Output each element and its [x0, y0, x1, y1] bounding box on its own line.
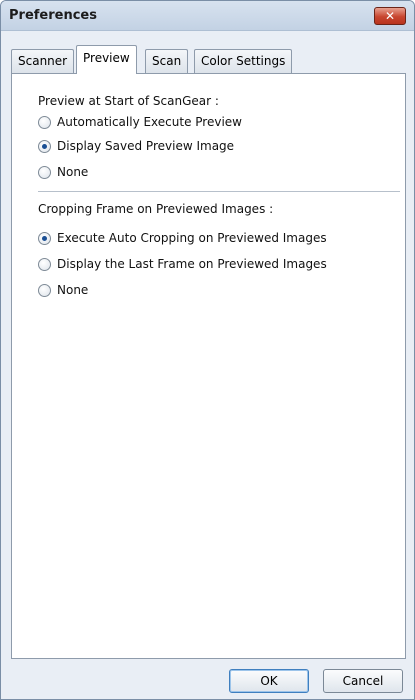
radio-label: None	[57, 165, 89, 179]
close-icon: ✕	[384, 9, 396, 23]
radio-button-selected[interactable]	[38, 139, 51, 153]
radio-button[interactable]	[38, 165, 51, 179]
radio-label: Automatically Execute Preview	[57, 115, 242, 129]
preview-tab-panel: Preview at Start of ScanGear : Automatic…	[11, 73, 406, 659]
tab-scan[interactable]: Scan	[145, 49, 189, 73]
radio-button-selected[interactable]	[38, 231, 51, 245]
tab-scanner[interactable]: Scanner	[11, 49, 75, 73]
cancel-button[interactable]: Cancel	[323, 669, 403, 693]
radio-execute-auto-cropping[interactable]: Execute Auto Cropping on Previewed Image…	[38, 230, 327, 246]
radio-button[interactable]	[38, 283, 51, 297]
cropping-heading: Cropping Frame on Previewed Images :	[38, 202, 274, 216]
radio-button[interactable]	[38, 257, 51, 271]
radio-cropping-none[interactable]: None	[38, 282, 88, 298]
radio-preview-none[interactable]: None	[38, 164, 88, 180]
group-divider	[38, 191, 400, 192]
title-bar: Preferences ✕	[1, 1, 414, 31]
tab-preview[interactable]: Preview	[76, 45, 137, 74]
window-title: Preferences	[9, 8, 97, 23]
preferences-window: Preferences ✕ Scanner Preview Scan Color…	[0, 0, 415, 700]
tab-color-settings[interactable]: Color Settings	[194, 49, 293, 73]
radio-button[interactable]	[38, 115, 51, 129]
radio-automatically-execute-preview[interactable]: Automatically Execute Preview	[38, 114, 242, 130]
ok-button[interactable]: OK	[229, 669, 309, 693]
radio-display-last-frame[interactable]: Display the Last Frame on Previewed Imag…	[38, 256, 327, 272]
radio-display-saved-preview-image[interactable]: Display Saved Preview Image	[38, 138, 234, 154]
radio-label: Display the Last Frame on Previewed Imag…	[57, 257, 327, 271]
close-button[interactable]: ✕	[374, 7, 406, 25]
radio-label: None	[57, 283, 89, 297]
radio-label: Display Saved Preview Image	[57, 139, 235, 153]
preview-start-heading: Preview at Start of ScanGear :	[38, 94, 219, 108]
radio-label: Execute Auto Cropping on Previewed Image…	[57, 231, 327, 245]
